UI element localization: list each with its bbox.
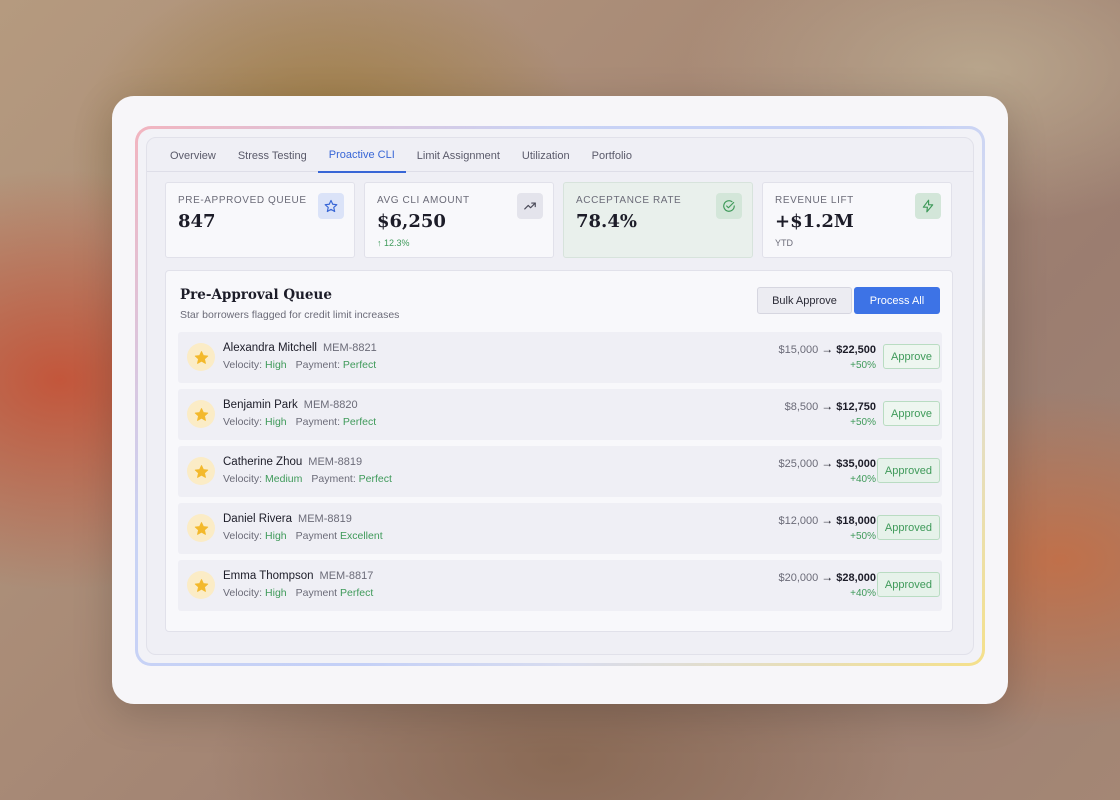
metric-cards: PRE-APPROVED QUEUE 847 AVG CLI AMOUNT $6… — [147, 172, 973, 258]
current-limit: $8,500 — [784, 401, 819, 413]
arrow-right-icon: → — [821, 456, 834, 470]
metric-change: ↑ 12.3% — [377, 238, 410, 248]
tab-proactive-cli[interactable]: Proactive CLI — [317, 139, 406, 173]
new-limit: $35,000 — [836, 458, 876, 470]
queue-row: Catherine Zhou MEM-8819 Velocity: Medium P… — [178, 446, 942, 497]
borrower-name: Catherine Zhou — [223, 456, 303, 468]
star-icon — [187, 457, 215, 485]
payment-label: Payment: — [295, 359, 340, 371]
member-id: MEM-8821 — [322, 342, 377, 354]
tab-overview[interactable]: Overview — [159, 139, 227, 173]
member-id: MEM-8820 — [303, 399, 358, 411]
increase-percent: +50% — [850, 360, 876, 371]
velocity-label: Velocity: — [223, 587, 263, 599]
queue-row: Benjamin Park MEM-8820 Velocity: High Paym… — [178, 389, 942, 440]
increase-percent: +50% — [850, 417, 876, 428]
current-limit: $25,000 — [778, 458, 819, 470]
increase-percent: +40% — [850, 474, 876, 485]
queue-rows: Alexandra Mitchell MEM-8821 Velocity: Hig… — [178, 332, 942, 617]
increase-percent: +40% — [850, 588, 876, 599]
trending-up-icon — [517, 193, 543, 219]
queue-title: Pre-Approval Queue — [180, 287, 332, 303]
velocity-label: Velocity: — [223, 530, 263, 542]
new-limit: $12,750 — [836, 401, 876, 413]
arrow-right-icon: → — [821, 342, 834, 356]
borrower-name: Benjamin Park — [223, 399, 298, 411]
member-id: MEM-8817 — [319, 570, 374, 582]
glow-frame: Overview Stress Testing Proactive CLI Li… — [135, 126, 985, 666]
check-circle-icon — [716, 193, 742, 219]
payment-label: Payment: — [295, 416, 340, 428]
star-icon — [187, 571, 215, 599]
queue-row: Alexandra Mitchell MEM-8821 Velocity: Hig… — [178, 332, 942, 383]
metric-acceptance-rate: ACCEPTANCE RATE 78.4% — [563, 182, 753, 258]
arrow-right-icon: → — [821, 570, 834, 584]
tab-portfolio[interactable]: Portfolio — [581, 139, 643, 173]
new-limit: $18,000 — [836, 515, 876, 527]
dashboard-card: Overview Stress Testing Proactive CLI Li… — [112, 96, 1008, 704]
new-limit: $28,000 — [836, 572, 876, 584]
velocity-label: Velocity: — [223, 359, 263, 371]
payment-value: Perfect — [342, 416, 377, 428]
velocity-value: High — [265, 587, 287, 599]
velocity-value: High — [265, 359, 287, 371]
velocity-value: High — [265, 416, 287, 428]
new-limit: $22,500 — [836, 344, 876, 356]
star-icon — [187, 400, 215, 428]
bulk-approve-button[interactable]: Bulk Approve — [757, 287, 852, 314]
approved-button[interactable]: Approved — [876, 458, 940, 483]
queue-row: Emma Thompson MEM-8817 Velocity: High Paym… — [178, 560, 942, 611]
tab-utilization[interactable]: Utilization — [511, 139, 581, 173]
approve-button[interactable]: Approve — [883, 401, 940, 426]
borrower-name: Daniel Rivera — [223, 513, 293, 525]
queue-row: Daniel Rivera MEM-8819 Velocity: High Paym… — [178, 503, 942, 554]
process-all-button[interactable]: Process All — [854, 287, 940, 314]
metric-pre-approved-queue: PRE-APPROVED QUEUE 847 — [165, 182, 355, 258]
member-id: MEM-8819 — [298, 513, 352, 525]
tab-stress-testing[interactable]: Stress Testing — [227, 139, 318, 173]
approved-button[interactable]: Approved — [876, 515, 940, 540]
increase-percent: +50% — [850, 531, 876, 542]
tab-bar: Overview Stress Testing Proactive CLI Li… — [147, 138, 973, 173]
star-icon — [318, 193, 344, 219]
approved-button[interactable]: Approved — [876, 572, 940, 597]
velocity-label: Velocity: — [223, 416, 263, 428]
velocity-label: Velocity: — [223, 473, 263, 485]
borrower-name: Emma Thompson — [223, 570, 314, 582]
velocity-value: High — [265, 530, 287, 542]
payment-value: Perfect — [342, 359, 377, 371]
payment-label: Payment — [295, 587, 338, 599]
member-id: MEM-8819 — [308, 456, 363, 468]
current-limit: $12,000 — [778, 515, 819, 527]
payment-value: Excellent — [340, 530, 383, 542]
arrow-right-icon: → — [821, 513, 834, 527]
metric-period: YTD — [775, 238, 793, 248]
metric-avg-cli-amount: AVG CLI AMOUNT $6,250 ↑ 12.3% — [364, 182, 554, 258]
payment-value: Perfect — [340, 587, 374, 599]
current-limit: $15,000 — [778, 344, 819, 356]
lightning-icon — [915, 193, 941, 219]
star-icon — [187, 514, 215, 542]
current-limit: $20,000 — [778, 572, 819, 584]
payment-value: Perfect — [358, 473, 392, 485]
queue-subtitle: Star borrowers flagged for credit limit … — [180, 309, 400, 321]
velocity-value: Medium — [265, 473, 303, 485]
payment-label: Payment — [295, 530, 338, 542]
pre-approval-queue: Pre-Approval Queue Star borrowers flagge… — [165, 270, 953, 632]
tab-limit-assignment[interactable]: Limit Assignment — [406, 139, 511, 173]
arrow-right-icon: → — [821, 399, 834, 413]
metric-revenue-lift: REVENUE LIFT +$1.2M YTD — [762, 182, 952, 258]
star-icon — [187, 343, 215, 371]
cli-panel: Overview Stress Testing Proactive CLI Li… — [146, 137, 974, 655]
borrower-name: Alexandra Mitchell — [223, 342, 317, 354]
payment-label: Payment: — [311, 473, 356, 485]
approve-button[interactable]: Approve — [883, 344, 940, 369]
